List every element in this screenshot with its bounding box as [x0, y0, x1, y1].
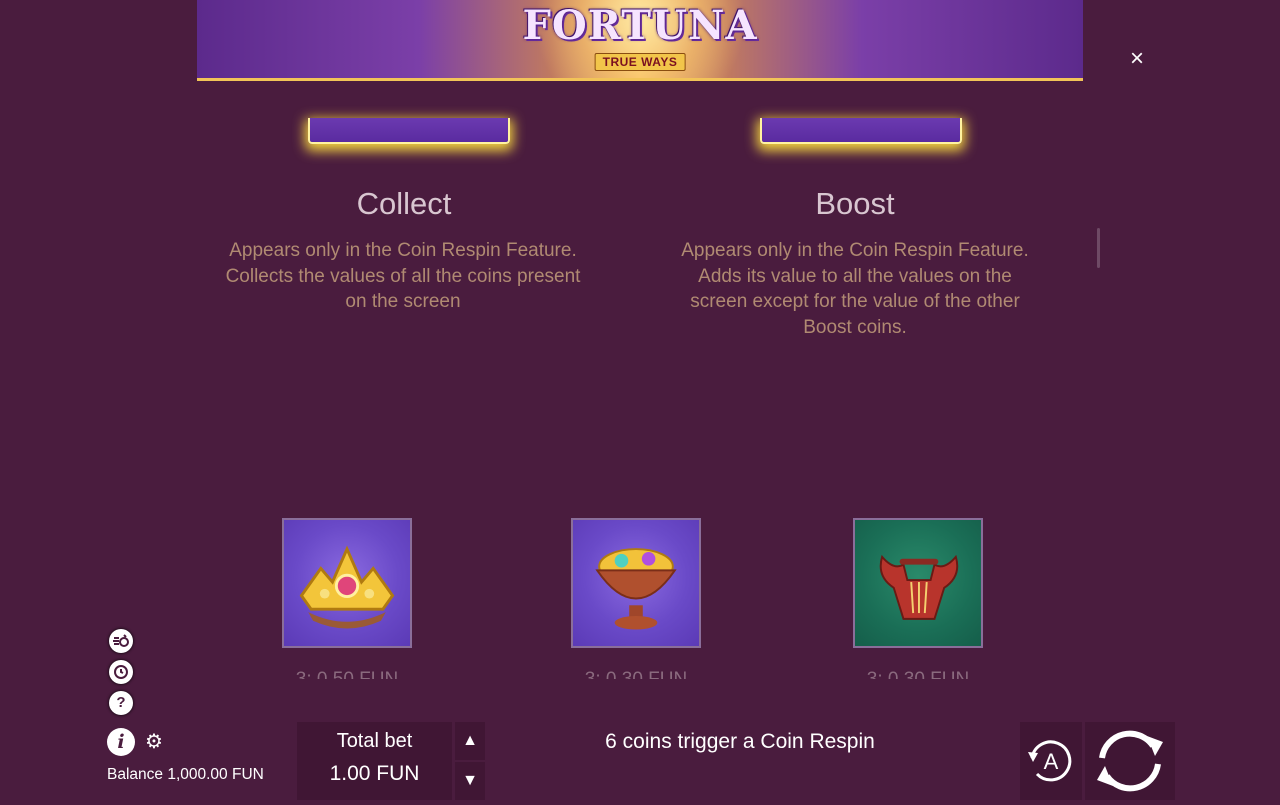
scrollbar[interactable] — [1097, 228, 1100, 268]
history-icon[interactable] — [109, 660, 133, 684]
treasure-bowl-symbol-tile — [571, 518, 701, 648]
turbo-icon[interactable] — [109, 629, 133, 653]
crown-icon — [299, 545, 395, 629]
boost-symbol-image — [760, 118, 962, 144]
arrow-up-icon: ▲ — [462, 732, 478, 749]
game-logo-banner: FORTUNA TRUE WAYS — [197, 0, 1083, 81]
spin-button[interactable] — [1085, 722, 1175, 800]
boost-title: Boost — [815, 186, 895, 221]
bet-increase-button[interactable]: ▲ — [455, 722, 485, 760]
treasure-bowl-icon — [595, 548, 677, 630]
crown-payout: 3: 0.50 FUN — [282, 665, 412, 679]
autoplay-icon: A — [1028, 740, 1072, 782]
game-message: 6 coins trigger a Coin Respin — [605, 730, 875, 753]
collect-symbol-image — [308, 118, 510, 144]
lyre-symbol-tile — [853, 518, 983, 648]
total-bet-value: 1.00 FUN — [329, 762, 420, 785]
total-bet-label: Total bet — [336, 730, 413, 752]
collect-title: Collect — [356, 186, 452, 221]
gear-icon[interactable]: ⚙ — [143, 731, 165, 753]
lyre-icon — [879, 554, 959, 620]
info-icon[interactable]: i — [107, 728, 135, 756]
svg-text:A: A — [1044, 749, 1059, 774]
crown-symbol-tile — [282, 518, 412, 648]
arrow-down-icon: ▼ — [462, 772, 478, 789]
balance-label: Balance — [107, 766, 164, 783]
balance-value: 1,000.00 FUN — [167, 766, 264, 783]
collect-description: Appears only in the Coin Respin Feature.… — [225, 240, 581, 312]
spin-icon — [1097, 730, 1163, 792]
close-icon[interactable]: × — [1124, 46, 1150, 72]
help-icon[interactable]: ? — [109, 691, 133, 715]
lyre-payout: 3: 0.30 FUN — [853, 665, 983, 679]
logo-text: FORTUNA — [522, 2, 758, 49]
logo-subtitle: TRUE WAYS — [594, 53, 686, 71]
boost-description: Appears only in the Coin Respin Feature.… — [681, 240, 1029, 338]
total-bet-panel: Total bet 1.00 FUN — [297, 722, 452, 800]
autoplay-button[interactable]: A — [1020, 722, 1082, 800]
bet-decrease-button[interactable]: ▼ — [455, 762, 485, 800]
treasure-bowl-payout: 3: 0.30 FUN — [571, 665, 701, 679]
balance-display: Balance 1,000.00 FUN — [107, 766, 264, 784]
